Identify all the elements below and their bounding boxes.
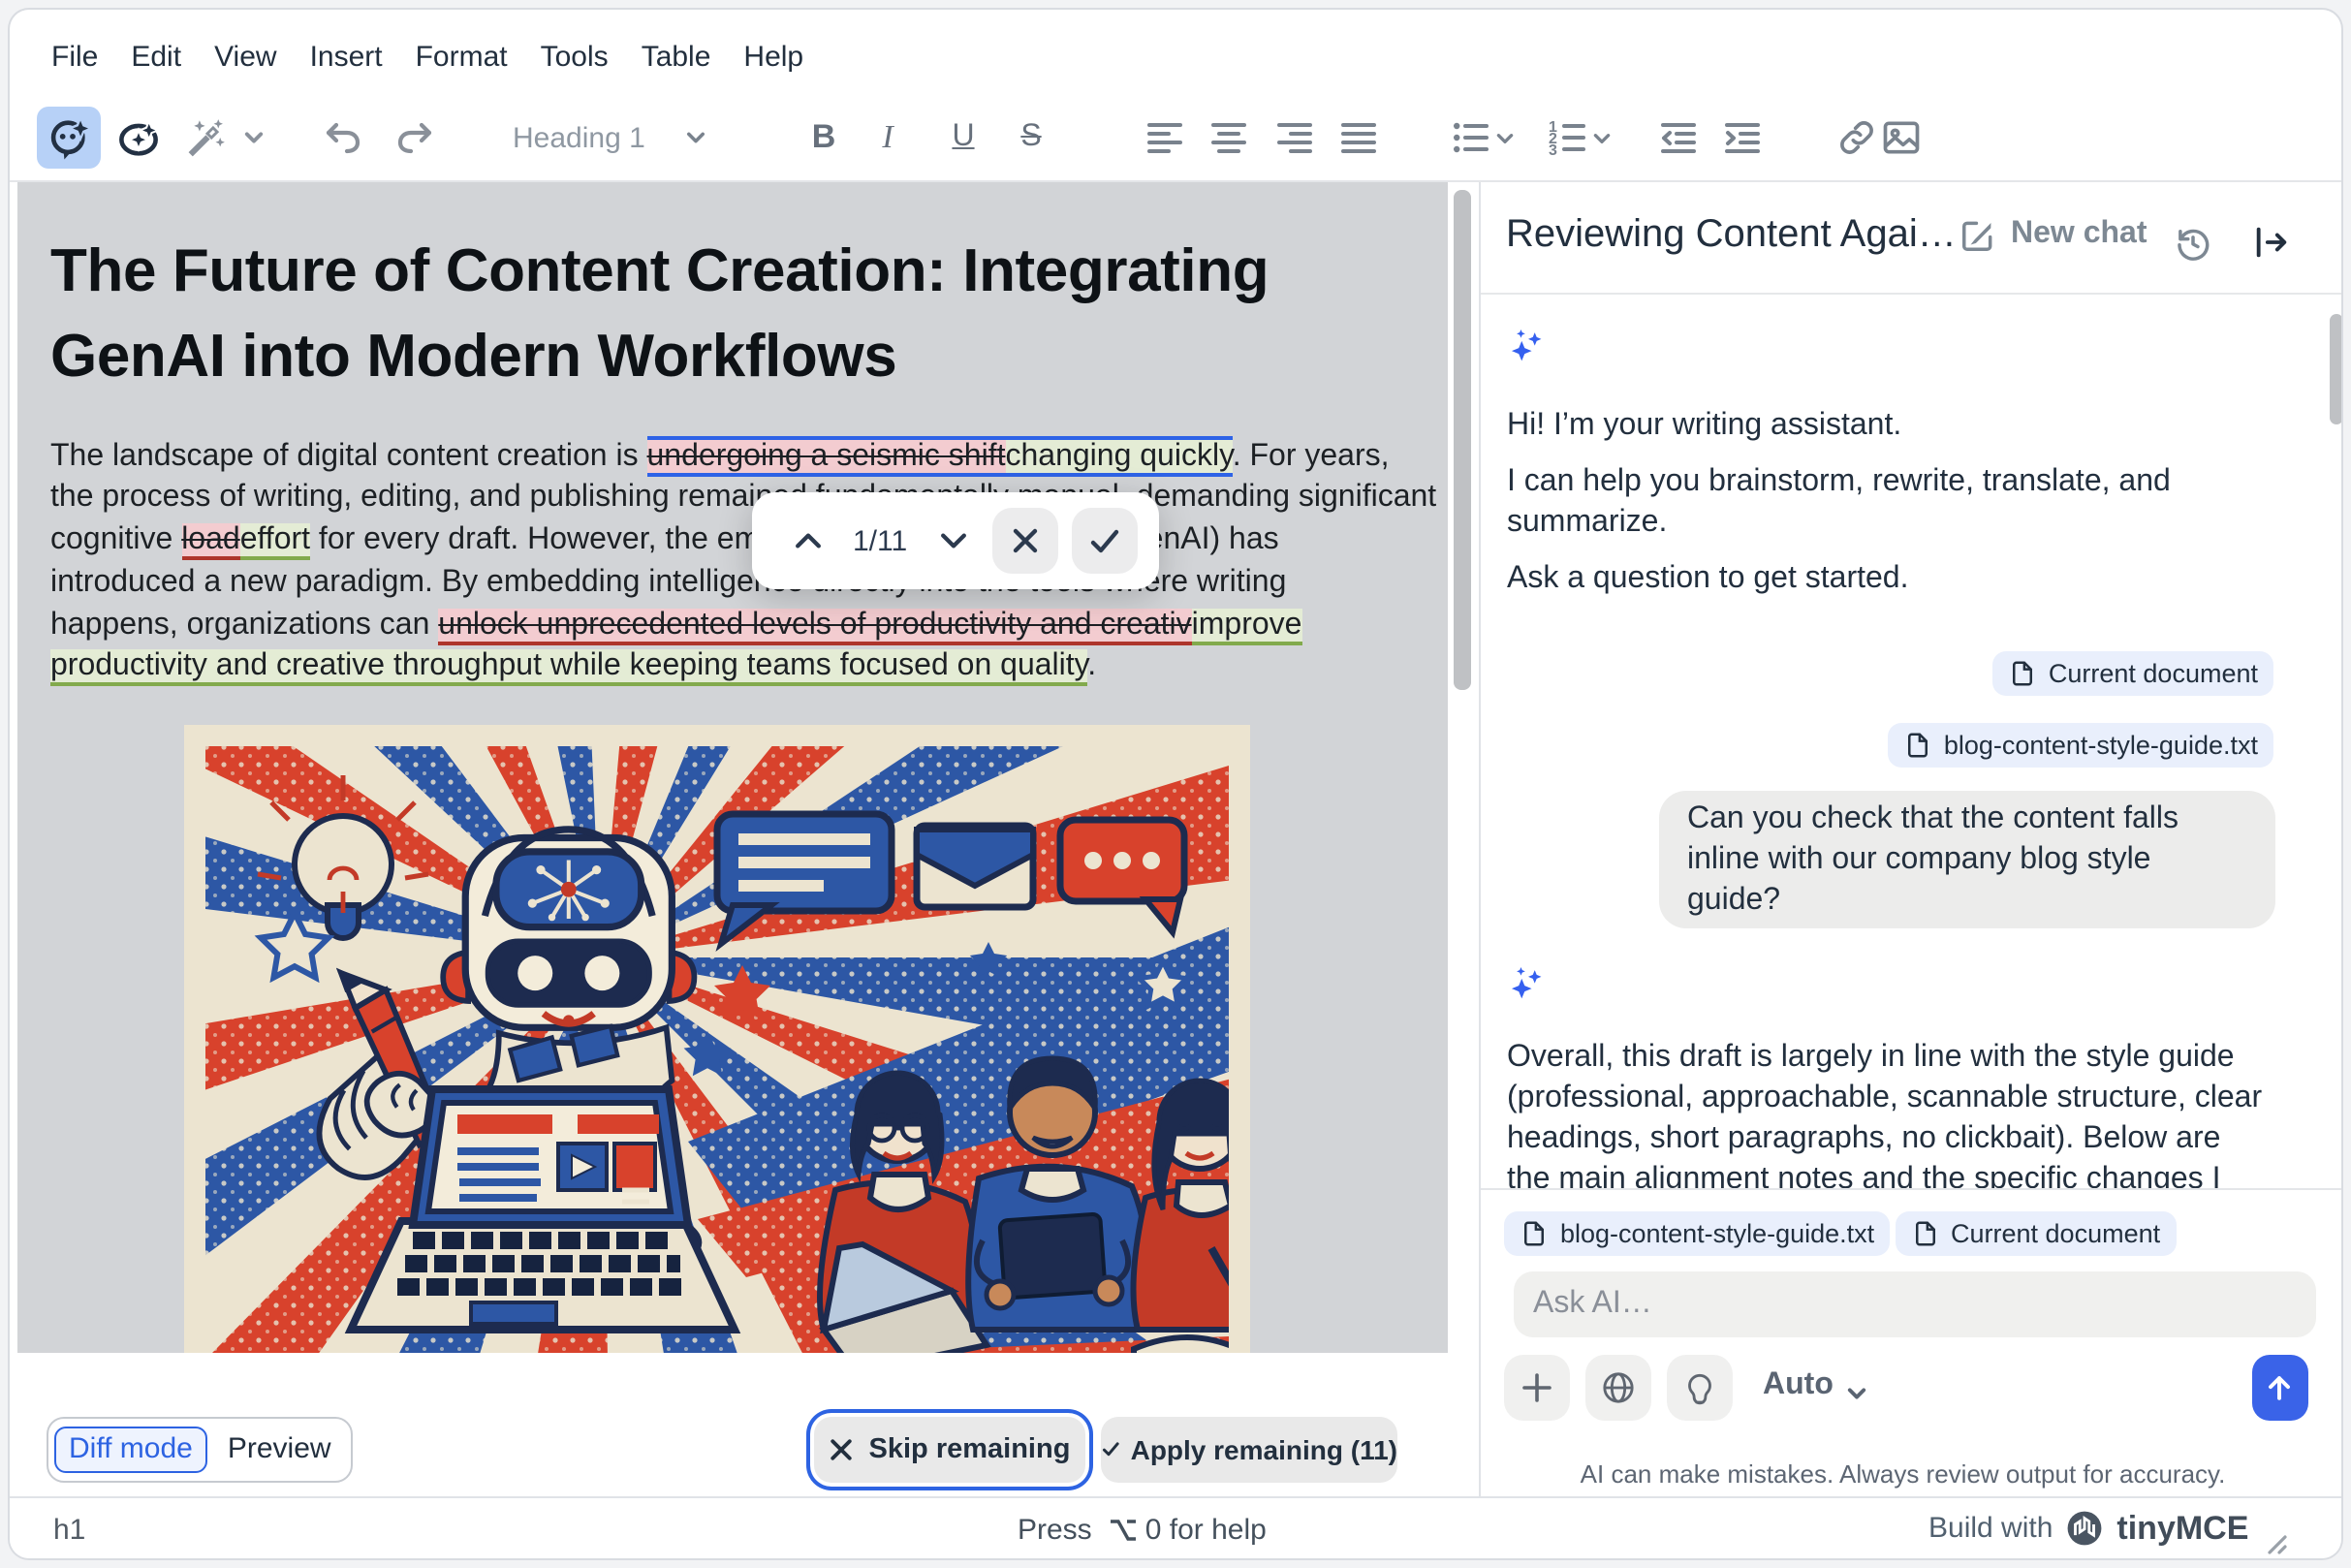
svg-text:3: 3 — [1548, 142, 1556, 155]
